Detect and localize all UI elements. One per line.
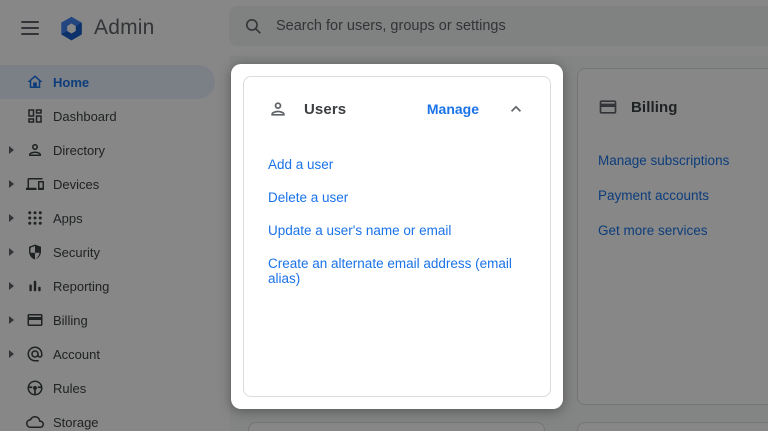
- admin-console-window: Admin Home Dashboard: [0, 0, 768, 431]
- update-user-link[interactable]: Update a user's name or email: [268, 223, 526, 238]
- manage-users-link[interactable]: Manage: [427, 101, 479, 117]
- users-card-header: Users Manage: [268, 99, 526, 119]
- spotlight-highlight: Users Manage Add a user Delete a user Up…: [231, 64, 563, 409]
- add-user-link[interactable]: Add a user: [268, 157, 526, 172]
- person-icon: [268, 99, 288, 119]
- users-card-links: Add a user Delete a user Update a user's…: [268, 157, 526, 286]
- chevron-up-icon: [511, 105, 521, 112]
- collapse-card-button[interactable]: [506, 99, 526, 119]
- delete-user-link[interactable]: Delete a user: [268, 190, 526, 205]
- users-card-title: Users: [304, 100, 347, 118]
- create-email-alias-link[interactable]: Create an alternate email address (email…: [268, 256, 526, 286]
- users-card: Users Manage Add a user Delete a user Up…: [243, 76, 551, 397]
